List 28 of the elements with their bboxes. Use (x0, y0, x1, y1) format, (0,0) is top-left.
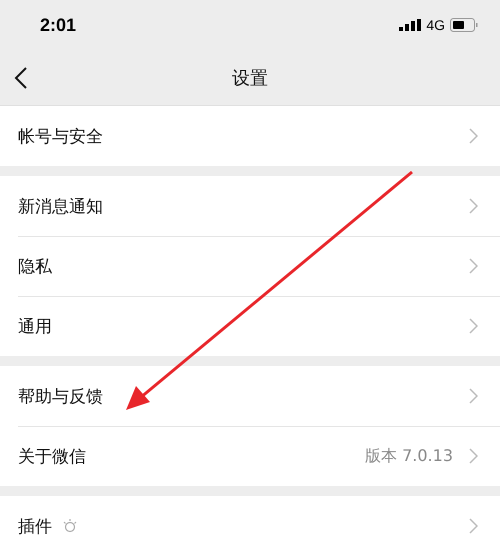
back-icon[interactable] (14, 66, 28, 90)
chevron-icon (469, 318, 478, 334)
battery-icon (450, 18, 478, 32)
chevron-icon (469, 258, 478, 274)
settings-item[interactable]: 帐号与安全 (0, 106, 500, 166)
settings-item[interactable]: 插件 (0, 496, 500, 552)
settings-item[interactable]: 新消息通知 (0, 176, 500, 236)
settings-item[interactable]: 隐私 (0, 236, 500, 296)
item-label: 隐私 (18, 256, 52, 278)
item-label: 通用 (18, 316, 52, 338)
settings-item[interactable]: 关于微信 版本 7.0.13 (0, 426, 500, 486)
settings-item[interactable]: 通用 (0, 296, 500, 356)
chevron-icon (469, 518, 478, 534)
item-label: 插件 (18, 516, 52, 538)
item-label: 帐号与安全 (18, 126, 103, 148)
signal-icon (399, 19, 422, 31)
network-type: 4G (426, 17, 445, 33)
chevron-icon (469, 448, 478, 464)
chevron-icon (469, 388, 478, 404)
status-time: 2:01 (40, 14, 76, 36)
settings-item[interactable]: 帮助与反馈 (0, 366, 500, 426)
item-label: 新消息通知 (18, 196, 103, 218)
item-value: 版本 7.0.13 (365, 446, 453, 466)
item-label: 关于微信 (18, 446, 86, 468)
chevron-icon (469, 198, 478, 214)
page-title: 设置 (232, 66, 268, 90)
chevron-icon (469, 128, 478, 144)
item-label: 帮助与反馈 (18, 386, 103, 408)
